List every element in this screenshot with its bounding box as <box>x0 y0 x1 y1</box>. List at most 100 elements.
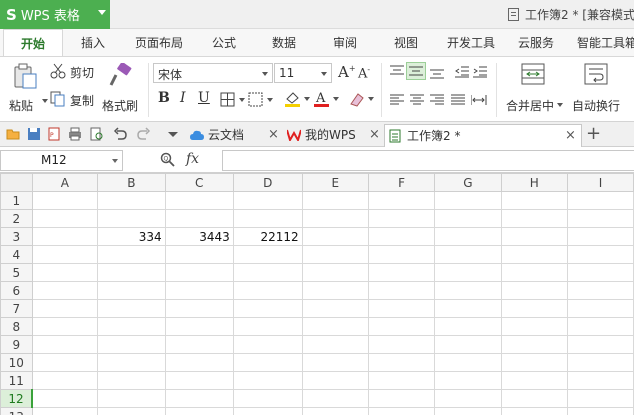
insert-function-icon[interactable]: fx <box>186 151 199 167</box>
cell[interactable] <box>232 209 303 228</box>
column-header[interactable]: B <box>97 173 166 192</box>
cut-button[interactable]: 剪切 <box>50 63 100 81</box>
cell[interactable] <box>367 335 436 354</box>
row-header[interactable]: 13 <box>0 407 33 415</box>
cell[interactable] <box>232 407 303 415</box>
cell[interactable] <box>367 191 436 210</box>
distributed-align-icon[interactable] <box>471 94 487 106</box>
borders-icon[interactable] <box>220 92 250 108</box>
cell[interactable] <box>164 317 234 336</box>
cell[interactable] <box>31 281 99 300</box>
cell[interactable] <box>232 371 303 390</box>
undo-icon[interactable] <box>113 127 127 141</box>
cell[interactable] <box>567 353 634 372</box>
increase-font-size-icon[interactable]: A+ <box>338 63 356 81</box>
tab-review[interactable]: 审阅 <box>333 29 357 56</box>
tab-insert[interactable]: 插入 <box>81 29 105 56</box>
cell[interactable] <box>301 209 369 228</box>
tab-developer[interactable]: 开发工具 <box>447 29 495 56</box>
zoom-search-icon[interactable]: Q <box>160 152 176 168</box>
row-header[interactable]: 5 <box>0 263 33 282</box>
print-icon[interactable] <box>68 127 82 141</box>
bold-button[interactable]: B <box>158 90 170 106</box>
align-right-icon[interactable] <box>430 94 444 106</box>
cell[interactable] <box>567 371 634 390</box>
cell[interactable] <box>367 317 436 336</box>
column-header[interactable]: I <box>567 173 634 192</box>
print-preview-icon[interactable] <box>90 127 104 141</box>
redo-icon[interactable] <box>137 127 151 141</box>
underline-button[interactable]: U <box>198 90 210 106</box>
column-header[interactable]: G <box>434 173 502 192</box>
cell[interactable] <box>232 263 303 282</box>
copy-button[interactable]: 复制 <box>50 91 100 109</box>
cell[interactable] <box>164 389 234 408</box>
chevron-down-icon[interactable] <box>166 127 180 141</box>
tab-page-layout[interactable]: 页面布局 <box>135 29 183 56</box>
name-box[interactable]: M12 <box>0 150 123 171</box>
cell[interactable] <box>500 407 569 415</box>
cell[interactable] <box>567 281 634 300</box>
cell[interactable] <box>434 371 502 390</box>
cell[interactable] <box>301 317 369 336</box>
format-painter-button[interactable]: 格式刷 <box>102 61 142 119</box>
cell[interactable] <box>301 191 369 210</box>
wps-app-menu-button[interactable]: S WPS 表格 <box>0 0 110 29</box>
increase-indent-icon[interactable] <box>473 66 487 78</box>
cell[interactable] <box>500 191 569 210</box>
align-middle-button[interactable] <box>406 62 426 80</box>
cell[interactable] <box>301 299 369 318</box>
cell[interactable] <box>367 245 436 264</box>
cell[interactable] <box>97 335 166 354</box>
cell[interactable] <box>367 371 436 390</box>
cell[interactable] <box>232 353 303 372</box>
cell[interactable] <box>232 191 303 210</box>
cell[interactable] <box>97 209 166 228</box>
cell-c3[interactable]: 3443 <box>164 227 234 246</box>
cell[interactable] <box>31 317 99 336</box>
column-header[interactable]: A <box>31 173 99 192</box>
cell[interactable] <box>567 263 634 282</box>
cell[interactable] <box>500 335 569 354</box>
decrease-indent-icon[interactable] <box>455 66 469 78</box>
doc-tab-my-wps[interactable]: 我的WPS × <box>285 124 380 147</box>
cell[interactable] <box>164 263 234 282</box>
doc-tab-cloud-docs[interactable]: 云文档 × <box>188 124 280 147</box>
cell[interactable] <box>567 335 634 354</box>
cell[interactable] <box>232 335 303 354</box>
cell[interactable] <box>31 353 99 372</box>
cell[interactable] <box>97 317 166 336</box>
cell[interactable] <box>31 263 99 282</box>
cell[interactable] <box>31 209 99 228</box>
cell[interactable] <box>164 191 234 210</box>
column-header[interactable]: E <box>301 173 369 192</box>
cell[interactable] <box>97 191 166 210</box>
paste-dropdown-icon[interactable] <box>42 99 48 103</box>
cell[interactable] <box>31 335 99 354</box>
cell[interactable] <box>97 407 166 415</box>
cell[interactable] <box>434 299 502 318</box>
row-header[interactable]: 11 <box>0 371 33 390</box>
cell[interactable] <box>301 353 369 372</box>
row-header[interactable]: 1 <box>0 191 33 210</box>
cell[interactable] <box>367 281 436 300</box>
cell[interactable] <box>164 245 234 264</box>
cell[interactable] <box>97 263 166 282</box>
cell[interactable] <box>367 227 436 246</box>
align-top-icon[interactable] <box>390 65 404 77</box>
cell[interactable] <box>301 263 369 282</box>
merge-center-button[interactable]: 合并居中 <box>503 61 565 119</box>
cell[interactable] <box>164 407 234 415</box>
cell[interactable] <box>500 245 569 264</box>
cell[interactable] <box>97 245 166 264</box>
cell[interactable] <box>232 245 303 264</box>
cell[interactable] <box>232 317 303 336</box>
cell[interactable] <box>232 389 303 408</box>
cell[interactable] <box>31 227 99 246</box>
open-folder-icon[interactable] <box>6 127 20 141</box>
cell[interactable] <box>567 191 634 210</box>
cell[interactable] <box>500 353 569 372</box>
cell[interactable] <box>434 407 502 415</box>
cell[interactable] <box>434 263 502 282</box>
column-header[interactable]: C <box>164 173 234 192</box>
